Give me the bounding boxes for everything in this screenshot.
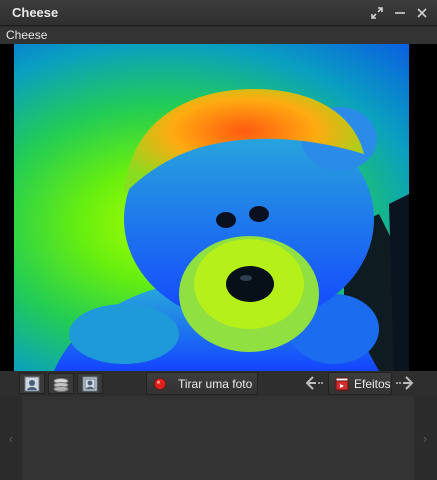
cheese-toolbar: Tirar uma foto Efeitos <box>0 371 437 396</box>
thumbnail-view[interactable] <box>22 396 414 480</box>
effects-icon <box>335 377 349 390</box>
video-mode-button[interactable] <box>48 373 74 394</box>
arrow-left-icon <box>305 376 323 390</box>
minimize-button[interactable] <box>391 4 409 22</box>
teddy-bear-image <box>54 89 409 371</box>
next-effects-button[interactable] <box>396 375 414 391</box>
thumbnail-strip: ‹ › <box>0 396 437 480</box>
close-icon <box>417 8 427 18</box>
photo-mode-button[interactable] <box>19 373 45 394</box>
window-titlebar[interactable]: Cheese <box>0 0 437 26</box>
camera-burst-icon <box>82 376 98 391</box>
maximize-button[interactable] <box>368 4 386 22</box>
arrow-right-icon <box>396 376 414 390</box>
minimize-icon <box>395 12 405 14</box>
maximize-icon <box>371 7 383 19</box>
previous-effects-button[interactable] <box>305 375 323 391</box>
camera-photo-icon <box>24 376 40 391</box>
burst-mode-button[interactable] <box>77 373 103 394</box>
record-icon <box>154 377 166 390</box>
window-title: Cheese <box>12 5 59 20</box>
take-photo-button[interactable]: Tirar uma foto <box>146 372 258 395</box>
app-menu[interactable]: Cheese <box>6 28 47 42</box>
effects-button[interactable]: Efeitos <box>328 372 392 395</box>
close-button[interactable] <box>413 4 431 22</box>
take-photo-label: Tirar uma foto <box>178 376 253 391</box>
scroll-right-arrow-icon[interactable]: › <box>419 430 431 446</box>
menubar: Cheese <box>0 27 437 44</box>
camera-video-icon <box>53 377 69 392</box>
scroll-left-arrow-icon[interactable]: ‹ <box>5 430 17 446</box>
camera-viewport <box>0 44 437 371</box>
webcam-preview <box>14 44 409 371</box>
effects-label: Efeitos <box>354 376 391 391</box>
